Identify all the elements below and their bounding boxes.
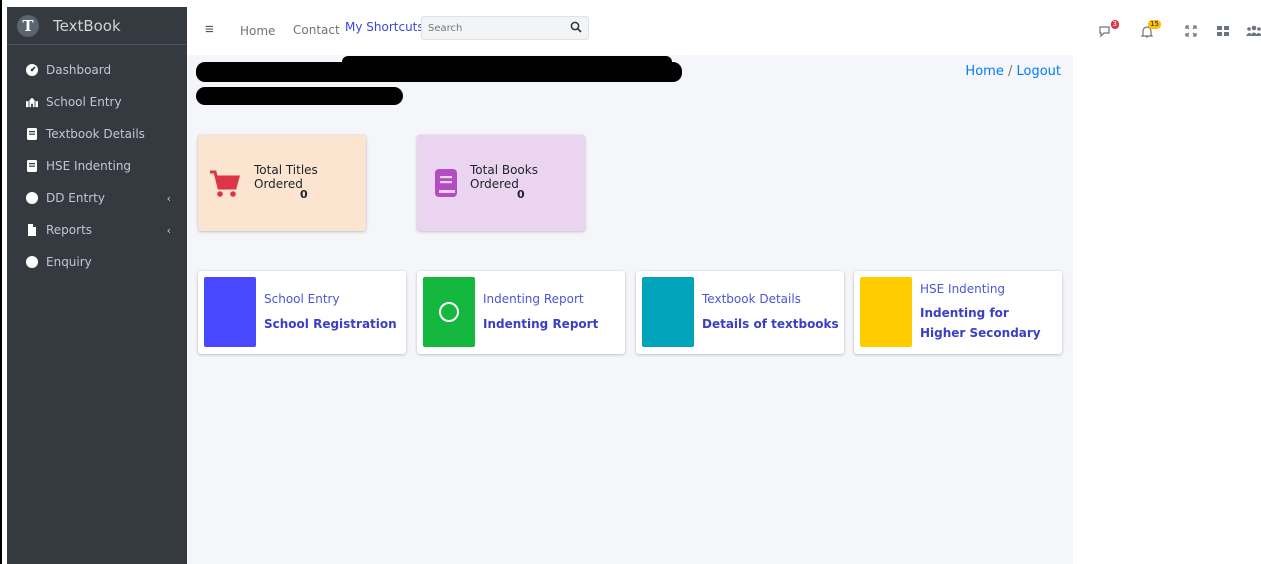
brand-link[interactable]: T TextBook (7, 7, 187, 45)
nav-link-my-shortcuts[interactable]: My Shortcuts (345, 20, 424, 34)
nav-link-home[interactable]: Home (240, 24, 275, 38)
users-button[interactable] (1246, 25, 1261, 39)
shortcut-title: Textbook Details (702, 292, 801, 306)
search-box (421, 16, 589, 40)
sidebar-item-label: Reports (46, 223, 93, 237)
sidebar-item-label: HSE Indenting (46, 159, 132, 173)
book-icon (435, 169, 457, 197)
search-input[interactable] (422, 17, 562, 39)
brand-name: TextBook (53, 16, 121, 35)
sidebar-item-label: Enquiry (46, 255, 92, 269)
sidebar-item-enquiry[interactable]: Enquiry (7, 246, 187, 278)
chevron-left-icon: ‹ (166, 191, 171, 205)
breadcrumb-home[interactable]: Home (965, 64, 1003, 79)
stat-total-books: Total Books Ordered 0 (417, 135, 585, 231)
stat-label: Total Titles Ordered (254, 163, 318, 191)
file-icon (28, 224, 36, 236)
top-navbar: ≡ Home Contact My Shortcuts 3 15 (187, 7, 1261, 55)
shortcut-title: HSE Indenting (920, 282, 1006, 296)
sidebar-item-label: Dashboard (46, 63, 112, 77)
book-icon (27, 128, 37, 140)
main-content: Home / Logout Total Titles Ordered 0 Tot… (187, 55, 1073, 564)
shortcut-color-block (860, 277, 912, 347)
apps-button[interactable] (1217, 25, 1233, 39)
notifications-button[interactable]: 15 (1140, 20, 1161, 39)
users-icon (1246, 25, 1261, 36)
shortcut-subtitle[interactable]: Indenting for Higher Secondary (920, 303, 1050, 343)
sidebar-item-reports[interactable]: Reports ‹ (7, 214, 187, 246)
stat-total-titles: Total Titles Ordered 0 (198, 135, 366, 231)
shortcut-subtitle[interactable]: Details of textbooks (702, 314, 839, 334)
messages-button[interactable]: 3 (1098, 20, 1119, 39)
sidebar-item-label: DD Entrty (46, 191, 105, 205)
notifications-badge: 15 (1148, 20, 1161, 29)
app-window: T TextBook Dashboard School Entry Textbo… (0, 0, 1261, 564)
sidebar-item-label: Textbook Details (46, 127, 145, 141)
shortcut-title: School Entry (264, 292, 340, 306)
fullscreen-button[interactable] (1185, 25, 1201, 39)
shortcut-textbook-details[interactable]: Textbook Details Details of textbooks (636, 271, 844, 354)
stat-label: Total Books Ordered (470, 163, 538, 191)
shortcut-color-block (642, 277, 694, 347)
shortcut-school-entry[interactable]: School Entry School Registration (198, 271, 406, 354)
brand-logo: T (17, 14, 39, 37)
cart-icon (210, 170, 240, 197)
breadcrumb: Home / Logout (965, 64, 1061, 79)
shortcut-hse-indenting[interactable]: HSE Indenting Indenting for Higher Secon… (854, 271, 1062, 354)
grid-icon (1217, 26, 1229, 36)
hamburger-menu-icon[interactable]: ≡ (205, 21, 214, 38)
sidebar-item-hse-indenting[interactable]: HSE Indenting (7, 150, 187, 182)
book-icon (27, 160, 37, 172)
chevron-left-icon: ‹ (166, 223, 171, 237)
breadcrumb-logout[interactable]: Logout (1016, 64, 1061, 79)
shortcut-subtitle[interactable]: School Registration (264, 314, 397, 334)
circle-outline-icon (439, 302, 459, 322)
shortcut-color-block (204, 277, 256, 347)
stat-value: 0 (517, 188, 525, 201)
expand-icon (1185, 25, 1197, 37)
window-edge (0, 0, 7, 564)
sidebar-nav: Dashboard School Entry Textbook Details … (7, 45, 187, 278)
shortcut-subtitle[interactable]: Indenting Report (483, 314, 598, 334)
shortcut-indenting-report[interactable]: Indenting Report Indenting Report (417, 271, 625, 354)
school-icon (26, 97, 38, 108)
sidebar-item-label: School Entry (46, 95, 122, 109)
shortcut-title: Indenting Report (483, 292, 584, 306)
messages-badge: 3 (1110, 20, 1119, 29)
sidebar-item-dd-entry[interactable]: DD Entrty ‹ (7, 182, 187, 214)
circle-icon (26, 192, 38, 204)
nav-link-contact[interactable]: Contact (293, 23, 340, 37)
stat-value: 0 (300, 188, 308, 201)
sidebar-item-textbook-details[interactable]: Textbook Details (7, 118, 187, 150)
sidebar: T TextBook Dashboard School Entry Textbo… (7, 7, 187, 564)
shortcut-color-block (423, 277, 475, 347)
breadcrumb-separator: / (1007, 64, 1013, 79)
sidebar-item-dashboard[interactable]: Dashboard (7, 54, 187, 86)
circle-icon (26, 256, 38, 268)
tachometer-icon (26, 64, 38, 76)
sidebar-item-school-entry[interactable]: School Entry (7, 86, 187, 118)
search-icon[interactable] (570, 21, 582, 33)
